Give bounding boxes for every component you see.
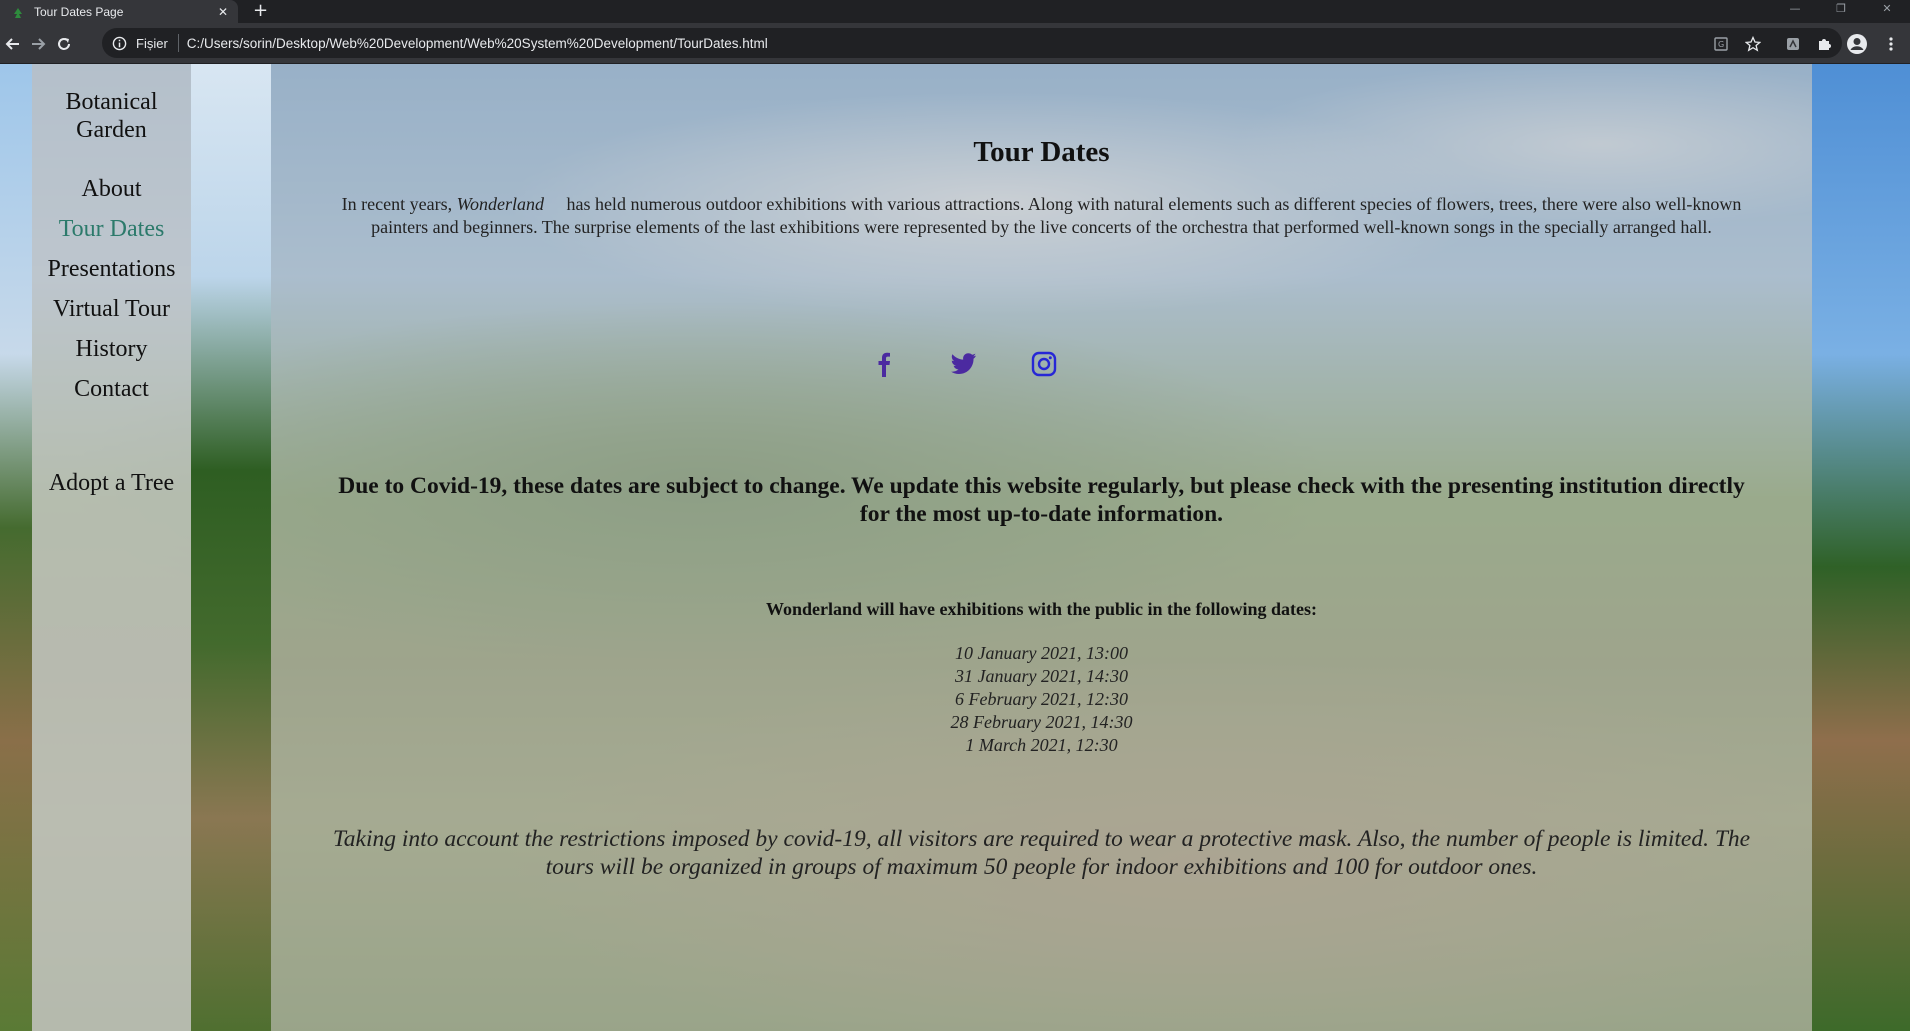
back-icon[interactable] — [0, 31, 26, 57]
menu-dots-icon[interactable] — [1878, 31, 1904, 57]
reload-icon[interactable] — [51, 31, 77, 57]
list-item-date: 10 January 2021, 13:00 — [955, 643, 1128, 663]
social-links — [271, 348, 1812, 382]
url-text[interactable]: C:/Users/sorin/Desktop/Web%20Development… — [187, 36, 768, 51]
restore-button[interactable]: ❐ — [1818, 0, 1864, 23]
new-tab-button[interactable]: + — [253, 0, 268, 23]
file-scheme-chip[interactable]: Fișier — [136, 36, 168, 51]
browser-tab[interactable]: Tour Dates Page ✕ — [0, 0, 238, 23]
sidebar-item-history[interactable]: History — [32, 329, 191, 369]
sidebar-item-virtual-tour[interactable]: Virtual Tour — [32, 289, 191, 329]
dates-list: 10 January 2021, 13:00 31 January 2021, … — [271, 642, 1812, 757]
sidebar-item-tour-dates[interactable]: Tour Dates — [32, 209, 191, 249]
close-window-button[interactable]: ✕ — [1864, 0, 1910, 23]
main-content: Tour Dates In recent years, Wonderland h… — [271, 64, 1812, 1031]
sidebar-nav: Botanical Garden About Tour Dates Presen… — [32, 64, 191, 1031]
tab-close-icon[interactable]: ✕ — [218, 5, 228, 19]
intro-paragraph: In recent years, Wonderland has held num… — [321, 193, 1762, 239]
background-garden-photo-right — [1812, 64, 1910, 1031]
bookmark-star-icon[interactable] — [1740, 31, 1766, 57]
dates-heading: Wonderland will have exhibitions with th… — [765, 599, 1318, 619]
extensions-puzzle-icon[interactable] — [1811, 31, 1837, 57]
covid-notice: Due to Covid-19, these dates are subject… — [338, 473, 1745, 527]
twitter-icon[interactable] — [948, 348, 980, 380]
page-viewport: Botanical Garden About Tour Dates Presen… — [0, 64, 1910, 1031]
minimize-button[interactable]: — — [1772, 0, 1818, 23]
sidebar-item-about[interactable]: About — [32, 169, 191, 209]
page-title: Tour Dates — [973, 136, 1110, 168]
extension-icon[interactable] — [1780, 31, 1806, 57]
address-bar[interactable]: Fișier C:/Users/sorin/Desktop/Web%20Deve… — [102, 28, 1842, 58]
tab-strip: Tour Dates Page ✕ + — ❐ ✕ — [0, 0, 1910, 23]
mask-notice: Taking into account the restrictions imp… — [332, 826, 1751, 880]
sidebar-item-adopt-a-tree[interactable]: Adopt a Tree — [32, 463, 191, 503]
intro-wonderland: Wonderland — [456, 194, 544, 214]
background-garden-photo — [0, 64, 32, 1031]
omnibox-divider — [177, 34, 179, 52]
list-item-date: 1 March 2021, 12:30 — [965, 735, 1118, 755]
browser-toolbar: Fișier C:/Users/sorin/Desktop/Web%20Deve… — [0, 23, 1910, 64]
background-garden-photo-gap — [191, 64, 271, 1031]
tab-title: Tour Dates Page — [34, 4, 124, 19]
profile-icon[interactable] — [1844, 31, 1870, 57]
sidebar-extra: Adopt a Tree — [32, 463, 191, 503]
forward-icon[interactable] — [25, 31, 51, 57]
site-logo[interactable]: Botanical Garden — [32, 88, 191, 144]
facebook-icon[interactable] — [868, 348, 900, 380]
sidebar-menu: About Tour Dates Presentations Virtual T… — [32, 169, 191, 409]
window-controls: — ❐ ✕ — [1772, 0, 1910, 23]
sidebar-item-presentations[interactable]: Presentations — [32, 249, 191, 289]
intro-text-end: has held numerous outdoor exhibitions wi… — [371, 194, 1746, 237]
translate-icon[interactable]: G — [1708, 31, 1734, 57]
list-item-date: 28 February 2021, 14:30 — [950, 712, 1133, 732]
svg-text:G: G — [1718, 40, 1724, 49]
sidebar-item-contact[interactable]: Contact — [32, 369, 191, 409]
list-item-date: 6 February 2021, 12:30 — [955, 689, 1128, 709]
list-item-date: 31 January 2021, 14:30 — [955, 666, 1128, 686]
info-icon[interactable] — [110, 34, 128, 52]
instagram-icon[interactable] — [1028, 348, 1060, 380]
leaf-favicon-icon — [12, 6, 24, 18]
intro-text-start: In recent years, — [341, 194, 457, 214]
